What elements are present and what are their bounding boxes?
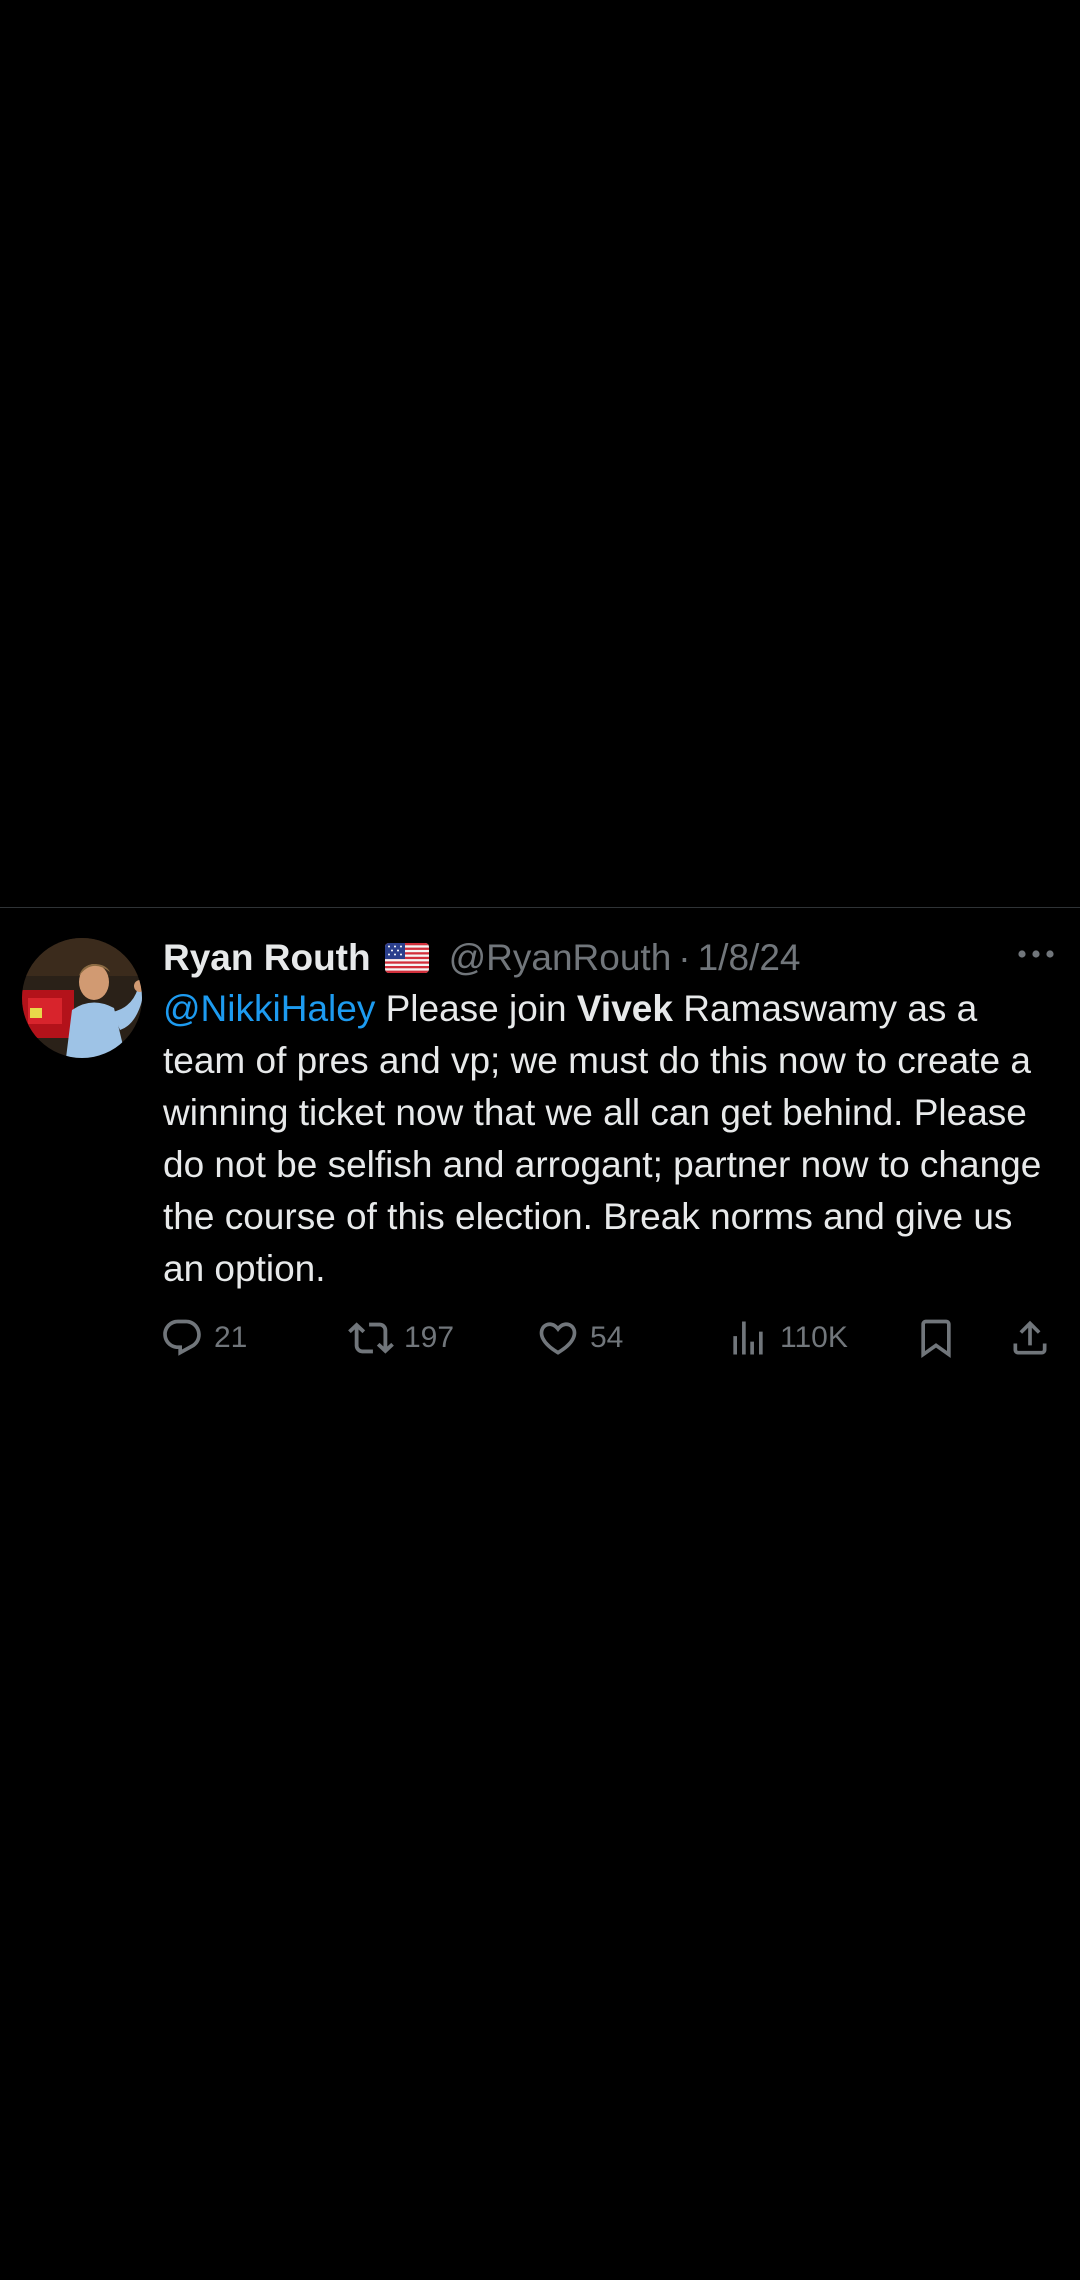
tweet-date[interactable]: 1/8/24 <box>698 937 801 979</box>
header-separator: · <box>678 937 691 978</box>
share-icon <box>1013 1320 1047 1355</box>
avatar-photo <box>22 938 142 1058</box>
tweet-header: Ryan Routh @RyanRouth · 1/8/24 <box>163 930 1013 986</box>
tweet-text-part1: Please join <box>375 988 577 1029</box>
tweet-actions: 21 197 54 110K <box>160 1310 1060 1370</box>
tweet-text: @NikkiHaley Please join Vivek Ramaswamy … <box>163 983 1063 1295</box>
mention-link[interactable]: @NikkiHaley <box>163 988 375 1029</box>
tweet-text-part2: Ramaswamy as a team of pres and vp; we m… <box>163 988 1042 1289</box>
more-dots-icon <box>1018 950 1054 958</box>
more-options-button[interactable] <box>1014 934 1058 974</box>
us-flag-icon <box>384 943 429 973</box>
bookmark-icon <box>921 1319 951 1359</box>
tweet-card[interactable]: Ryan Routh @RyanRouth · 1/8/24 @NikkiHal… <box>0 908 1080 1368</box>
heart-icon <box>539 1322 577 1355</box>
like-button[interactable]: 54 <box>536 1310 623 1366</box>
views-icon <box>733 1321 763 1355</box>
like-count: 54 <box>590 1321 624 1354</box>
views-button[interactable]: 110K <box>726 1310 848 1366</box>
reply-icon <box>163 1319 201 1356</box>
author-handle[interactable]: @RyanRouth <box>449 937 672 979</box>
reply-count: 21 <box>214 1321 248 1354</box>
author-avatar[interactable] <box>22 938 142 1058</box>
share-button[interactable] <box>1008 1310 1052 1366</box>
reply-button[interactable]: 21 <box>160 1310 247 1366</box>
bookmark-button[interactable] <box>914 1310 958 1366</box>
retweet-icon <box>348 1322 394 1354</box>
tweet-text-bold: Vivek <box>576 988 673 1029</box>
views-count: 110K <box>780 1321 848 1354</box>
author-name[interactable]: Ryan Routh <box>163 937 371 979</box>
retweet-count: 197 <box>404 1321 455 1354</box>
retweet-button[interactable]: 197 <box>348 1310 454 1366</box>
